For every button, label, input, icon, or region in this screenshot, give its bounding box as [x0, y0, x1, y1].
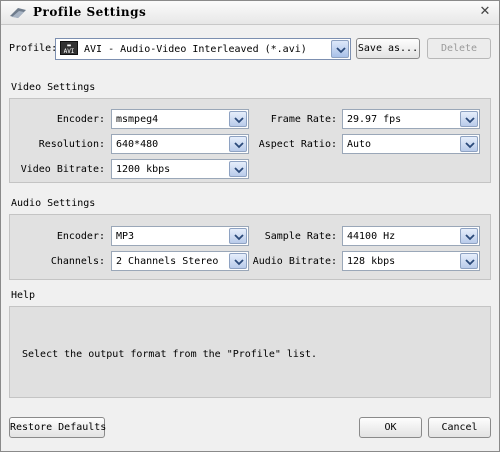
video-encoder-label: Encoder:: [56, 114, 105, 125]
audio-encoder-label: Encoder:: [56, 231, 105, 242]
sample-rate-select[interactable]: 44100 Hz: [342, 226, 480, 246]
resolution-select[interactable]: 640*480: [111, 134, 249, 154]
video-encoder-select[interactable]: msmpeg4: [111, 109, 249, 129]
frame-rate-value: 29.97 fps: [347, 114, 402, 125]
aspect-ratio-select[interactable]: Auto: [342, 134, 480, 154]
video-settings-title: Video Settings: [11, 82, 96, 93]
frame-rate-label: Frame Rate:: [270, 114, 337, 125]
chevron-down-icon[interactable]: [331, 40, 349, 58]
channels-select[interactable]: 2 Channels Stereo: [111, 251, 249, 271]
audio-bitrate-value: 128 kbps: [347, 256, 396, 267]
video-bitrate-value: 1200 kbps: [116, 164, 171, 175]
video-bitrate-select[interactable]: 1200 kbps: [111, 159, 249, 179]
channels-label: Channels:: [50, 256, 105, 267]
channels-value: 2 Channels Stereo: [116, 256, 219, 267]
video-encoder-value: msmpeg4: [116, 114, 159, 125]
video-bitrate-label: Video Bitrate:: [20, 164, 105, 175]
profile-value: AVI - Audio-Video Interleaved (*.avi): [84, 44, 307, 55]
chevron-down-icon[interactable]: [460, 111, 478, 127]
audio-encoder-value: MP3: [116, 231, 135, 242]
title-bar: Profile Settings ✕: [1, 1, 499, 25]
audio-bitrate-select[interactable]: 128 kbps: [342, 251, 480, 271]
audio-bitrate-label: Audio Bitrate:: [252, 256, 337, 267]
restore-defaults-button[interactable]: Restore Defaults: [9, 417, 106, 438]
window-title: Profile Settings: [33, 5, 147, 19]
logo-icon: [10, 8, 26, 18]
delete-button[interactable]: Delete: [427, 38, 491, 59]
chevron-down-icon[interactable]: [460, 228, 478, 244]
chevron-down-icon[interactable]: [229, 161, 247, 177]
save-as-button[interactable]: Save as...: [356, 38, 420, 59]
resolution-label: Resolution:: [38, 139, 105, 150]
chevron-down-icon[interactable]: [229, 228, 247, 244]
help-title: Help: [11, 290, 36, 301]
aspect-ratio-value: Auto: [347, 139, 372, 150]
profile-select[interactable]: ▬ AVI AVI - Audio-Video Interleaved (*.av…: [55, 38, 351, 60]
cancel-button[interactable]: Cancel: [428, 417, 491, 438]
help-panel: Select the output format from the "Profi…: [9, 306, 491, 398]
chevron-down-icon[interactable]: [229, 111, 247, 127]
resolution-value: 640*480: [116, 139, 159, 150]
chevron-down-icon[interactable]: [460, 136, 478, 152]
sample-rate-value: 44100 Hz: [347, 231, 396, 242]
audio-encoder-select[interactable]: MP3: [111, 226, 249, 246]
audio-settings-title: Audio Settings: [11, 198, 96, 209]
profile-label: Profile:: [9, 43, 58, 54]
chevron-down-icon[interactable]: [229, 253, 247, 269]
chevron-down-icon[interactable]: [460, 253, 478, 269]
avi-file-icon: ▬ AVI: [60, 41, 78, 55]
aspect-ratio-label: Aspect Ratio:: [258, 139, 337, 150]
ok-button[interactable]: OK: [359, 417, 422, 438]
sample-rate-label: Sample Rate:: [264, 231, 337, 242]
close-icon[interactable]: ✕: [477, 4, 493, 20]
profile-settings-dialog: Profile Settings ✕ Profile: ▬ AVI AVI - A…: [0, 0, 500, 452]
frame-rate-select[interactable]: 29.97 fps: [342, 109, 480, 129]
help-text: Select the output format from the "Profi…: [22, 349, 318, 360]
chevron-down-icon[interactable]: [229, 136, 247, 152]
